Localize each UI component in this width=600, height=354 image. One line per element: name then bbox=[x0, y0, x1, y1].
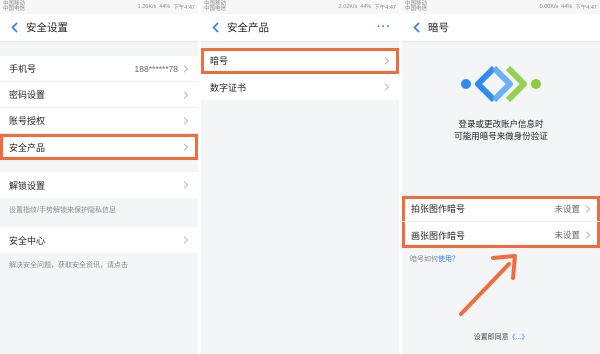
back-arrow-icon[interactable] bbox=[8, 22, 20, 34]
settings-group-account: 手机号 188******78 密码设置 账号授权 安全产品 bbox=[0, 56, 198, 160]
chevron-right-icon bbox=[183, 236, 189, 244]
how-prefix: 暗号如何 bbox=[410, 256, 438, 263]
row-security-products[interactable]: 安全产品 bbox=[0, 134, 198, 160]
row-digital-certificate[interactable]: 数字证书 bbox=[201, 74, 399, 100]
chevron-right-icon bbox=[183, 143, 189, 151]
row-secret-code[interactable]: 暗号 bbox=[201, 48, 399, 74]
description-line-1: 登录或更改账户信息时 bbox=[458, 119, 544, 129]
chevron-right-icon bbox=[585, 204, 591, 213]
secret-code-logo-icon bbox=[461, 65, 541, 103]
row-unlock-settings[interactable]: 解锁设置 bbox=[0, 172, 198, 198]
clock: 下午4:47 bbox=[173, 5, 195, 11]
nav-bar: 安全设置 bbox=[0, 14, 198, 42]
row-label: 密码设置 bbox=[9, 90, 46, 100]
carrier-2: 中国电信 bbox=[3, 6, 26, 12]
page-title: 安全设置 bbox=[26, 22, 68, 34]
settings-group-unlock: 解锁设置 bbox=[0, 172, 198, 198]
battery-level: 44% bbox=[360, 4, 372, 10]
row-phone[interactable]: 手机号 188******78 bbox=[0, 56, 198, 82]
products-list: 暗号 数字证书 bbox=[201, 48, 399, 100]
nav-bar: 安全产品 ··· bbox=[201, 14, 399, 42]
row-label: 账号授权 bbox=[9, 116, 46, 126]
carrier-2: 中国电信 bbox=[204, 6, 227, 12]
row-label: 拍张图作暗号 bbox=[411, 204, 466, 214]
chevron-right-icon bbox=[183, 64, 189, 73]
agreement-link[interactable]: 《...》 bbox=[509, 334, 529, 341]
clock: 下午4:47 bbox=[575, 5, 597, 11]
row-label: 解锁设置 bbox=[9, 180, 46, 191]
back-arrow-icon[interactable] bbox=[209, 22, 221, 34]
net-speed: 1.26K/s bbox=[137, 4, 157, 10]
status-bar: 中国移动 中国电信 1.26K/s 44% 下午4:47 bbox=[0, 0, 198, 14]
status-bar: 中国移动 中国电信 2.02K/s 44% 下午4:47 bbox=[201, 0, 399, 14]
row-label: 暗号 bbox=[210, 56, 229, 66]
row-photo-code[interactable]: 拍张图作暗号 未设置 bbox=[402, 196, 600, 222]
phone-number-value: 188******78 bbox=[134, 63, 178, 74]
annotation-arrow-icon bbox=[459, 254, 517, 316]
chevron-right-icon bbox=[183, 90, 189, 99]
security-center-hint: 解决安全问题，获取安全资讯，请点击 bbox=[9, 262, 128, 269]
status-bar: 中国移动 中国电信 0.00K/s 44% 下午4:47 bbox=[402, 0, 600, 14]
row-label: 画张图作暗号 bbox=[411, 230, 466, 241]
net-speed: 2.02K/s bbox=[338, 4, 358, 10]
back-arrow-icon[interactable] bbox=[410, 22, 422, 34]
carrier-2: 中国电信 bbox=[405, 6, 428, 12]
row-label: 安全中心 bbox=[9, 235, 46, 246]
status-value: 未设置 bbox=[554, 230, 580, 240]
secret-code-options: 拍张图作暗号 未设置 画张图作暗号 未设置 bbox=[402, 196, 600, 248]
description-line-2: 可能用暗号来做身份验证 bbox=[454, 131, 548, 141]
row-draw-code[interactable]: 画张图作暗号 未设置 bbox=[402, 222, 600, 248]
more-menu-icon[interactable]: ··· bbox=[377, 21, 391, 33]
chevron-right-icon bbox=[183, 181, 189, 189]
chevron-right-icon bbox=[183, 116, 189, 125]
row-password[interactable]: 密码设置 bbox=[0, 82, 198, 108]
chevron-right-icon bbox=[585, 231, 591, 239]
net-speed: 0.00K/s bbox=[539, 4, 559, 10]
battery-level: 44% bbox=[159, 4, 171, 10]
page-title: 暗号 bbox=[428, 22, 449, 34]
row-label: 数字证书 bbox=[210, 82, 247, 93]
screen-security-settings: 中国移动 中国电信 1.26K/s 44% 下午4:47 安全设置 手机号 18… bbox=[0, 0, 198, 354]
row-security-center[interactable]: 安全中心 bbox=[0, 227, 198, 253]
row-label: 安全产品 bbox=[9, 142, 46, 153]
footer-prefix: 设置即同意 bbox=[473, 334, 509, 341]
settings-group-security-center: 安全中心 bbox=[0, 227, 198, 253]
unlock-hint: 设置指纹/手势解锁来保护隐私信息 bbox=[9, 207, 116, 214]
page-title: 安全产品 bbox=[227, 22, 269, 34]
secret-code-illustration: 登录或更改账户信息时 可能用暗号来做身份验证 bbox=[402, 42, 600, 192]
row-account-authorization[interactable]: 账号授权 bbox=[0, 108, 198, 134]
battery-level: 44% bbox=[561, 4, 573, 10]
row-label: 手机号 bbox=[9, 64, 37, 74]
agreement-footer: 设置即同意《...》 bbox=[402, 332, 600, 342]
nav-bar: 暗号 bbox=[402, 14, 600, 42]
screen-security-products: 中国移动 中国电信 2.02K/s 44% 下午4:47 安全产品 ··· 暗号… bbox=[201, 0, 399, 354]
chevron-right-icon bbox=[384, 83, 390, 91]
status-value: 未设置 bbox=[554, 203, 580, 214]
clock: 下午4:47 bbox=[374, 5, 396, 11]
chevron-right-icon bbox=[384, 56, 390, 65]
